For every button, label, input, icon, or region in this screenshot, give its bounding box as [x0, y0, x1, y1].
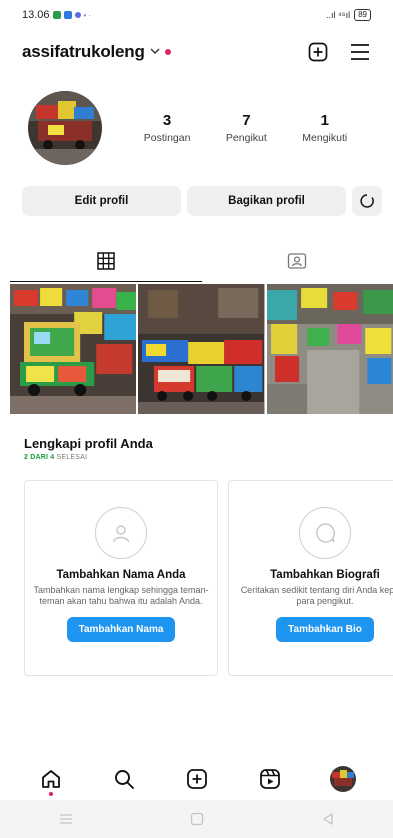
status-bar: 13.06 • · ..ıl ⁴⁶ıl 89	[0, 0, 393, 30]
username-switcher[interactable]: assifatrukoleng	[22, 42, 145, 62]
tab-tagged[interactable]	[202, 240, 393, 282]
discover-people-button[interactable]	[352, 186, 382, 216]
tab-posts-grid[interactable]	[10, 240, 202, 282]
nav-avatar	[329, 766, 356, 792]
stat-posts-label: Postingan	[143, 132, 191, 144]
add-bio-title: Tambahkan Biografi	[270, 569, 380, 581]
stat-following-label: Mengikuti	[302, 132, 348, 144]
header-actions	[307, 41, 371, 63]
add-bio-card: Tambahkan Biografi Ceritakan sedikit ten…	[228, 480, 393, 676]
profile-tabs	[10, 240, 393, 282]
stat-posts[interactable]: 3 Postingan	[144, 112, 191, 144]
add-name-title: Tambahkan Nama Anda	[56, 569, 186, 581]
status-time: 13.06	[22, 9, 50, 21]
nav-notification-dot-icon	[48, 792, 53, 796]
profile-suggestion-cards: Tambahkan Nama Anda Tambahkan nama lengk…	[24, 480, 393, 678]
create-post-button[interactable]	[307, 41, 329, 63]
notification-app-icon	[74, 12, 81, 18]
stat-followers[interactable]: 7 Pengikut	[226, 112, 267, 144]
post-thumbnail[interactable]	[138, 284, 265, 414]
add-bio-description: Ceritakan sedikit tentang diri Anda kepa…	[240, 585, 393, 606]
grid-icon	[97, 252, 115, 270]
nav-reels[interactable]	[250, 759, 290, 799]
system-back-button[interactable]	[308, 804, 348, 834]
home-icon	[41, 770, 60, 788]
add-name-description: Tambahkan nama lengkap sehingga teman-te…	[33, 585, 209, 606]
stat-posts-count: 3	[162, 112, 172, 129]
search-icon	[114, 770, 134, 789]
back-triangle-icon	[322, 813, 333, 825]
system-home-button[interactable]	[177, 804, 217, 834]
notification-app-icon	[63, 11, 72, 19]
profile-actions: Edit profil Bagikan profil	[22, 186, 382, 216]
stat-followers-label: Pengikut	[225, 132, 267, 144]
edit-profile-button[interactable]: Edit profil	[22, 186, 181, 216]
plus-square-icon	[308, 42, 328, 62]
plus-square-icon	[186, 769, 207, 789]
post-thumbnail[interactable]	[10, 284, 137, 414]
post-grid	[10, 284, 393, 414]
profile-stats: 3 Postingan 7 Pengikut 1 Mengikuti	[126, 112, 365, 144]
stat-following[interactable]: 1 Mengikuti	[302, 112, 347, 144]
stat-following-count: 1	[320, 112, 329, 129]
signal-icon: ..ıl ⁴⁶ıl	[326, 10, 351, 20]
complete-profile-progress: 2 DARI 4 SELESAI	[24, 454, 87, 461]
tagged-person-icon	[288, 253, 307, 269]
notification-app-icon	[52, 11, 61, 19]
post-thumbnail[interactable]	[266, 284, 393, 414]
system-navigation-bar	[0, 800, 393, 838]
stat-followers-count: 7	[242, 112, 251, 129]
bottom-navigation	[0, 756, 393, 802]
battery-icon: 89	[354, 9, 371, 21]
share-profile-button[interactable]: Bagikan profil	[187, 186, 346, 216]
nav-profile[interactable]	[323, 759, 363, 799]
person-icon	[95, 507, 147, 559]
notification-more-icon: • ·	[83, 10, 92, 20]
loading-spinner-icon	[360, 194, 374, 208]
progress-done-count: 2 DARI 4	[24, 454, 55, 461]
hamburger-menu-icon	[351, 44, 369, 60]
chevron-down-icon[interactable]	[150, 46, 160, 58]
square-icon	[190, 812, 203, 826]
add-bio-button[interactable]: Tambahkan Bio	[276, 617, 374, 642]
avatar[interactable]	[28, 91, 102, 165]
notification-dot-icon	[164, 49, 171, 55]
complete-profile-title: Lengkapi profil Anda	[24, 436, 153, 451]
status-left: 13.06 • ·	[22, 9, 91, 21]
speech-bubble-icon	[299, 507, 351, 559]
nav-create[interactable]	[177, 759, 217, 799]
system-recents-button[interactable]	[46, 804, 86, 834]
add-name-button[interactable]: Tambahkan Nama	[66, 617, 176, 642]
profile-summary: 3 Postingan 7 Pengikut 1 Mengikuti	[0, 88, 393, 168]
nav-search[interactable]	[104, 759, 144, 799]
status-right: ..ıl ⁴⁶ıl 89	[326, 9, 371, 21]
reels-icon	[259, 769, 280, 789]
add-name-card: Tambahkan Nama Anda Tambahkan nama lengk…	[24, 480, 218, 676]
menu-button[interactable]	[349, 41, 371, 63]
menu-lines-icon	[59, 814, 72, 824]
profile-header: assifatrukoleng	[0, 34, 393, 70]
progress-label: SELESAI	[56, 454, 88, 461]
nav-home[interactable]	[31, 759, 71, 799]
